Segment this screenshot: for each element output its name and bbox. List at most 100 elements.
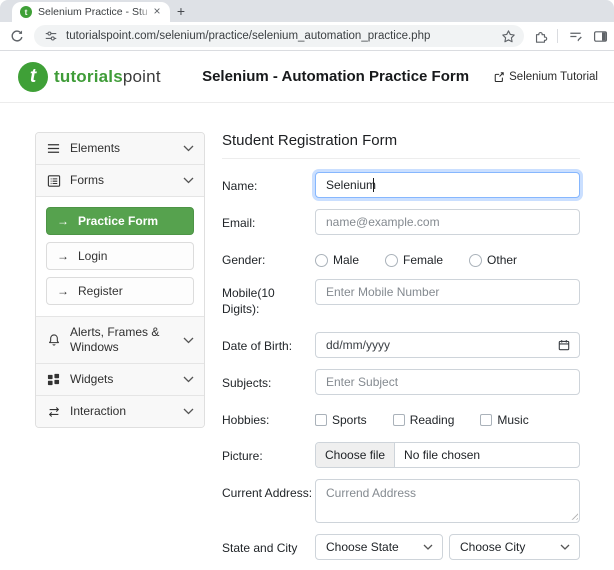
mobile-row: Mobile(10 Digits): [222, 279, 580, 317]
tab-close-icon[interactable]: × [150, 5, 164, 19]
gender-option-other[interactable]: Other [469, 253, 517, 267]
reload-icon[interactable] [8, 28, 24, 44]
side-panel-icon[interactable] [592, 28, 608, 44]
sidebar-item-widgets[interactable]: Widgets [36, 364, 204, 396]
calendar-icon[interactable] [558, 339, 570, 351]
tutorialspoint-logo-icon: t [18, 61, 48, 92]
hobby-option-sports[interactable]: Sports [315, 413, 367, 427]
picture-file-input[interactable]: Choose file No file chosen [315, 441, 580, 468]
file-status-text: No file chosen [404, 447, 481, 462]
chevron-down-icon [183, 376, 194, 383]
sidebar-item-practice-form[interactable]: → Practice Form [46, 207, 194, 235]
state-city-label: State and City [222, 540, 298, 555]
widgets-grid-icon [46, 372, 61, 387]
option-label: Music [497, 412, 529, 427]
chevron-down-icon [183, 408, 194, 415]
dob-value: dd/mm/yyyy [326, 337, 391, 352]
sidebar-item-label: Interaction [70, 404, 127, 418]
browser-window: t Selenium Practice - Student Registrati… [0, 0, 614, 570]
address-textarea[interactable] [315, 478, 580, 523]
hobby-option-reading[interactable]: Reading [392, 413, 454, 427]
email-label: Email: [222, 216, 256, 230]
picture-label: Picture: [222, 448, 263, 463]
new-tab-button[interactable]: + [170, 2, 192, 22]
option-label: Sports [332, 412, 367, 427]
url-bar[interactable]: tutorialspoint.com/selenium/practice/sel… [34, 25, 524, 47]
dob-label: Date of Birth: [222, 338, 293, 353]
brand-text-light: point [122, 66, 161, 86]
reading-list-icon[interactable] [567, 28, 583, 44]
choose-file-button[interactable]: Choose file [316, 442, 396, 467]
tutorialspoint-logo[interactable]: t tutorialspoint [18, 61, 178, 92]
hamburger-icon [46, 141, 61, 156]
state-select-value: Choose State [326, 539, 399, 554]
form-list-icon [46, 173, 61, 188]
gender-option-male[interactable]: Male [315, 253, 359, 267]
subjects-input[interactable] [315, 368, 580, 395]
forms-submenu: → Practice Form → Login → Register [36, 197, 204, 317]
sidebar-item-label: Elements [70, 141, 121, 155]
checkbox-icon[interactable] [315, 413, 327, 426]
external-link-icon [493, 71, 505, 83]
subjects-label: Subjects: [222, 375, 272, 390]
url-text[interactable]: tutorialspoint.com/selenium/practice/sel… [66, 30, 500, 42]
chevron-down-icon [560, 544, 570, 550]
bookmark-star-icon[interactable] [500, 28, 516, 44]
name-input[interactable] [315, 172, 580, 198]
sidebar-item-forms[interactable]: Forms [36, 165, 204, 197]
tutorialspoint-favicon-icon: t [20, 6, 32, 18]
brand-text-bold: tutorials [54, 66, 123, 86]
gender-option-female[interactable]: Female [385, 253, 443, 267]
sidebar-item-alerts-frames-windows[interactable]: Alerts, Frames & Windows [36, 317, 204, 364]
hobbies-label: Hobbies: [222, 412, 270, 427]
browser-tab[interactable]: t Selenium Practice - Student Registrati… [12, 2, 170, 22]
option-label: Female [403, 253, 444, 268]
bell-icon [46, 333, 61, 348]
brand-text: tutorialspoint [54, 67, 161, 87]
selenium-tutorial-label: Selenium Tutorial [509, 70, 598, 83]
sidebar-item-interaction[interactable]: Interaction [36, 396, 204, 427]
selenium-tutorial-link[interactable]: Selenium Tutorial [493, 71, 598, 83]
dob-input[interactable]: dd/mm/yyyy [315, 331, 580, 358]
checkbox-icon[interactable] [480, 413, 493, 426]
site-header: t tutorialspoint Selenium - Automation P… [0, 51, 614, 103]
mobile-input[interactable] [315, 279, 580, 306]
gender-row: Gender: Male Female Other [222, 246, 580, 268]
radio-icon[interactable] [315, 253, 328, 267]
option-label: Other [487, 253, 518, 268]
address-label: Current Address: [222, 485, 313, 500]
submenu-label: Practice Form [78, 214, 159, 228]
name-row: Name: [222, 172, 580, 198]
hobby-option-music[interactable]: Music [480, 412, 529, 427]
email-input[interactable] [315, 209, 580, 235]
address-row: Current Address: [222, 478, 580, 523]
chevron-down-icon [183, 337, 194, 344]
option-label: Male [333, 253, 360, 268]
arrow-right-icon: → [57, 249, 69, 263]
radio-icon[interactable] [385, 253, 399, 267]
sidebar-item-register[interactable]: → Register [46, 277, 194, 305]
checkbox-icon[interactable] [392, 413, 405, 426]
text-caret [373, 178, 374, 192]
sidebar-item-elements[interactable]: Elements [36, 133, 204, 165]
sidebar-item-label: Alerts, Frames & Windows [70, 325, 160, 354]
email-row: Email: [222, 209, 580, 235]
name-label: Name: [222, 179, 258, 193]
tab-strip: t Selenium Practice - Student Registrati… [0, 0, 614, 22]
registration-form: Student Registration Form Name: Email: G… [222, 132, 580, 570]
sidebar-item-label: Forms [70, 173, 104, 187]
arrow-right-icon: → [57, 214, 69, 228]
chevron-down-icon [183, 177, 194, 184]
city-select[interactable]: Choose City [449, 533, 580, 560]
extensions-icon[interactable] [532, 28, 548, 44]
hobbies-row: Hobbies: Sports Reading Music [222, 406, 580, 428]
page-content: Elements Forms → Practice Form → Login →… [0, 103, 614, 570]
page-title: Selenium - Automation Practice Form [202, 68, 470, 85]
swap-arrows-icon [46, 404, 61, 419]
state-select[interactable]: Choose State [315, 533, 443, 560]
radio-icon[interactable] [469, 253, 483, 267]
tab-title: Selenium Practice - Student Registration… [38, 6, 148, 18]
site-settings-icon[interactable] [43, 28, 59, 44]
form-title: Student Registration Form [222, 132, 580, 159]
sidebar-item-login[interactable]: → Login [46, 242, 194, 270]
